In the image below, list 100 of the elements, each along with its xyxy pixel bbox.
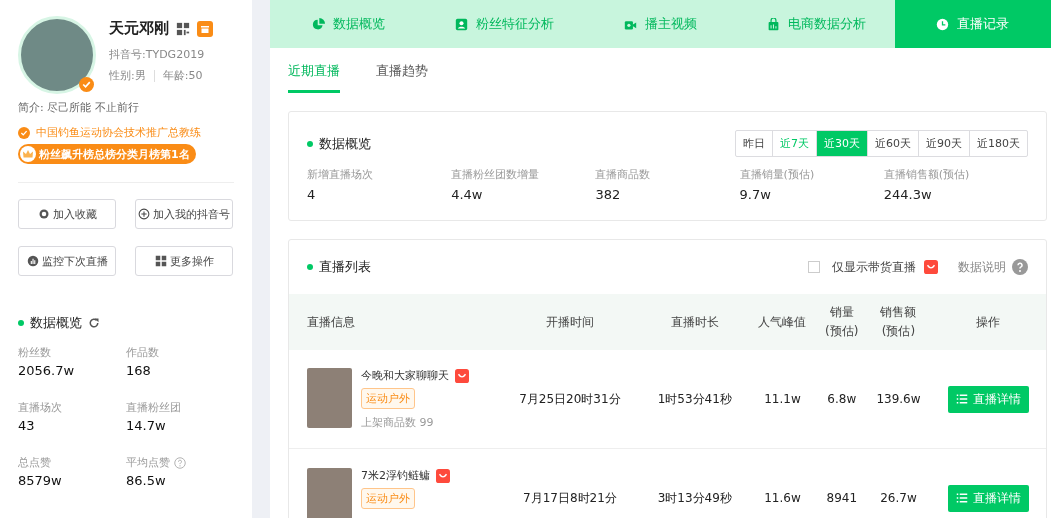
stat-label: 总点赞 — [18, 455, 51, 470]
section-title: 直播列表 — [319, 258, 371, 276]
action-button[interactable]: 更多操作 — [135, 246, 233, 276]
table-cell: 26.7w — [880, 491, 917, 505]
period-button[interactable]: 近60天 — [867, 131, 918, 156]
live-detail-button[interactable]: 直播详情 — [947, 484, 1029, 512]
filter-label: 仅显示带货直播 — [832, 258, 916, 276]
table-cell: 1时53分41秒 — [657, 391, 732, 406]
stat-label: 直播粉丝团 — [126, 400, 181, 415]
action-button[interactable]: 监控下次直播 — [18, 246, 116, 276]
data-help-link[interactable]: 数据说明 — [958, 258, 1006, 276]
stat-label: 平均点赞 — [126, 455, 170, 470]
action-button[interactable]: 加入我的抖音号 — [135, 199, 233, 229]
stat-value: 2056.7w — [18, 363, 76, 378]
stat-value: 14.7w — [126, 418, 167, 433]
period-button[interactable]: 近90天 — [918, 131, 969, 156]
nav-tab[interactable]: 粉丝特征分析 — [426, 0, 583, 48]
certification-text: 中国钓鱼运动协会技术推广总教练 — [36, 125, 201, 140]
stat-value: 4.4w — [451, 187, 484, 202]
stat-label: 直播销售额(预估) — [883, 167, 971, 182]
pie-chart-icon — [311, 17, 325, 31]
column-header: 直播信息 — [289, 294, 498, 350]
stat-value: 9.7w — [739, 187, 772, 202]
action-button[interactable]: 加入收藏 — [18, 199, 116, 229]
period-button[interactable]: 昨日 — [736, 131, 772, 156]
table-cell: 139.6w — [876, 392, 921, 406]
column-header: 操作 — [930, 294, 1046, 350]
shop-icon — [197, 20, 213, 37]
help-icon — [1012, 259, 1028, 275]
crown-icon — [20, 146, 36, 162]
qr-code-icon — [176, 21, 190, 36]
plus-circle-icon — [138, 208, 150, 220]
gender: 性别:男 — [109, 68, 146, 83]
table-cell: 11.6w — [764, 491, 801, 505]
section-title: 数据概览 — [319, 134, 371, 153]
stat-value: 8579w — [18, 473, 63, 488]
stat-value: 4 — [307, 187, 317, 202]
profile-name: 天元邓刚 — [109, 19, 169, 38]
stat-value: 43 — [18, 418, 36, 433]
bio-text: 简介: 尽己所能 不止前行 — [18, 100, 140, 115]
table-cell: 7月17日8时21分 — [523, 490, 617, 505]
nav-tab[interactable]: 数据概览 — [270, 0, 427, 48]
circle-icon — [37, 208, 50, 220]
stat-label: 粉丝数 — [18, 345, 51, 360]
nav-tab[interactable]: 电商数据分析 — [738, 0, 895, 48]
stat-label: 直播销量(预估) — [739, 167, 816, 182]
nav-tab[interactable]: 播主视频 — [582, 0, 739, 48]
column-header: 销量 (预估) — [817, 294, 867, 350]
period-button[interactable]: 近180天 — [969, 131, 1027, 156]
certified-check-icon — [18, 126, 30, 139]
status-dot — [307, 140, 313, 147]
checkbox[interactable] — [808, 261, 820, 273]
bar-chart-icon — [26, 255, 39, 267]
table-cell: 3时13分49秒 — [657, 490, 732, 505]
category-tag: 运动户外 — [361, 388, 415, 409]
column-header: 直播时长 — [641, 294, 748, 350]
nav-tab[interactable]: 直播记录 — [894, 0, 1051, 48]
column-header: 开播时间 — [498, 294, 642, 350]
stat-label: 直播场次 — [18, 400, 62, 415]
period-button[interactable]: 近30天 — [816, 131, 867, 156]
stat-value: 244.3w — [883, 187, 933, 202]
table-cell: 11.1w — [764, 392, 801, 406]
table-cell: 7月25日20时31分 — [519, 391, 621, 406]
column-header: 人气峰值 — [747, 294, 818, 350]
shopping-bag-icon — [436, 468, 450, 483]
shopping-bag-icon — [924, 260, 938, 274]
list-icon — [955, 492, 968, 504]
photo-placeholder — [307, 468, 352, 518]
status-dot — [307, 264, 313, 270]
person-card-icon — [454, 17, 468, 31]
list-icon — [955, 393, 968, 405]
section-title: 数据概览 — [30, 314, 82, 332]
stat-value: 86.5w — [126, 473, 167, 488]
stat-label: 直播商品数 — [595, 167, 652, 182]
column-header: 销售额 (预估) — [866, 294, 931, 350]
stat-label: 新增直播场次 — [307, 167, 374, 182]
table-cell: 6.8w — [827, 392, 857, 406]
product-count: 上架商品数 99 — [361, 415, 435, 430]
age: 年龄:50 — [162, 68, 203, 83]
live-title: 今晚和大家聊聊天 — [361, 368, 449, 383]
sub-tab[interactable]: 近期直播 — [288, 62, 340, 93]
refresh-icon — [88, 317, 100, 329]
douyin-id: 抖音号:TYDG2019 — [109, 47, 206, 62]
status-dot — [18, 320, 24, 326]
stat-value: 168 — [126, 363, 152, 378]
rank-badge: 粉丝飙升榜总榜分类月榜第1名 — [18, 144, 196, 164]
table-cell: 8941 — [826, 491, 858, 505]
shopping-bag-icon — [455, 368, 469, 383]
sub-tab[interactable]: 直播趋势 — [376, 62, 428, 93]
live-detail-button[interactable]: 直播详情 — [947, 385, 1029, 413]
photo-placeholder — [307, 368, 352, 428]
live-title: 7米2浮钓鲢鳙 — [361, 468, 430, 483]
grid-icon — [154, 255, 167, 267]
help-icon — [174, 456, 186, 469]
clock-icon — [936, 17, 950, 31]
stat-label: 直播粉丝团数增量 — [451, 167, 541, 182]
stat-value: 382 — [595, 187, 622, 202]
stat-label: 作品数 — [126, 345, 159, 360]
category-tag: 运动户外 — [361, 488, 415, 509]
shopping-bag-icon — [767, 17, 781, 31]
